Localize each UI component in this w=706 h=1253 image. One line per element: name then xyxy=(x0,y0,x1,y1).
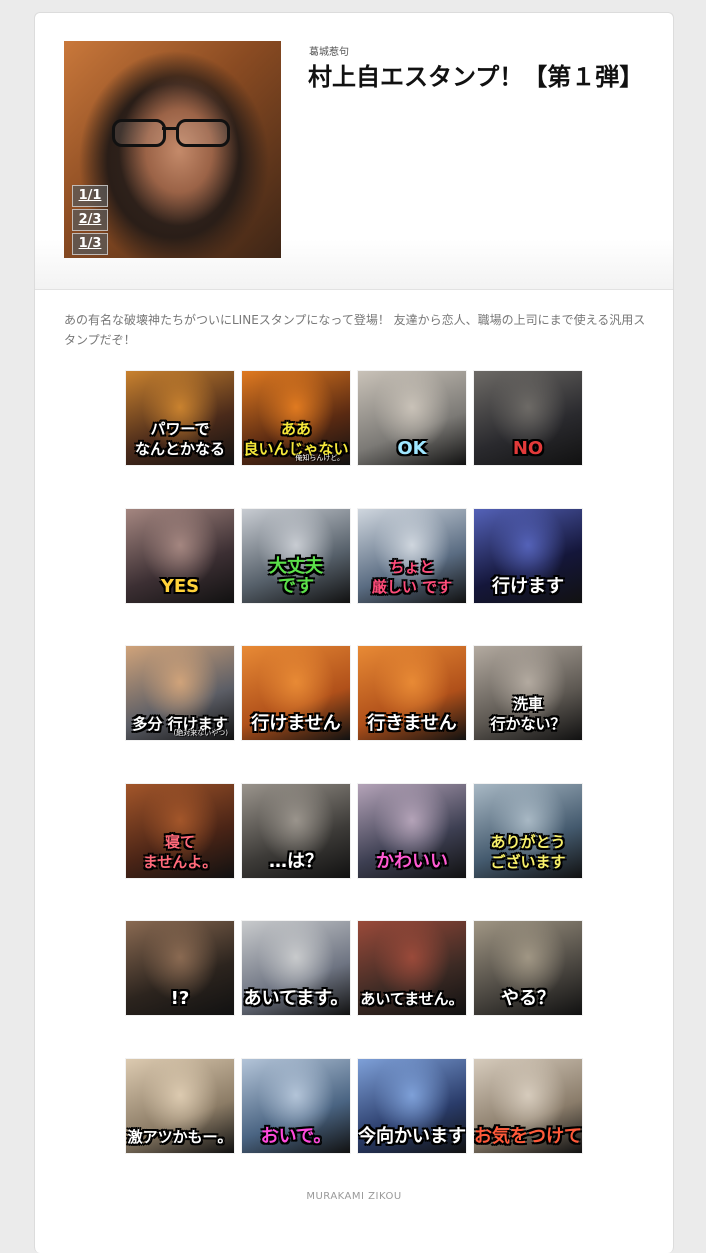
sticker-item[interactable]: OK xyxy=(358,371,466,465)
sticker-description: あの有名な破壊神たちがついにLINEスタンプになって登場！ 友達から恋人、職場の… xyxy=(64,313,646,347)
glasses-illustration xyxy=(112,119,232,147)
sticker-item[interactable]: 大丈夫 です xyxy=(242,508,350,603)
sticker-item[interactable]: 行きません xyxy=(358,646,466,741)
sticker-caption: 行けます xyxy=(492,575,564,597)
sticker-header: 1/1 2/3 1/3 葛城惹句 村上自エスタンプ！【第１弾】 xyxy=(35,13,673,289)
sticker-caption: お気をつけて xyxy=(474,1126,582,1147)
sticker-caption: !? xyxy=(170,988,190,1010)
sticker-caption: NO xyxy=(512,438,544,459)
sticker-caption: 大丈夫 です xyxy=(269,555,323,597)
main-sticker-image[interactable]: 1/1 2/3 1/3 xyxy=(64,41,281,258)
sticker-caption: 今向かいます xyxy=(358,1126,466,1147)
page-badge[interactable]: 1/3 xyxy=(72,233,108,255)
sticker-caption: 激アツかもー。 xyxy=(127,1128,233,1146)
sticker-item[interactable]: パワーで なんとかなる xyxy=(126,371,234,465)
sticker-item[interactable]: 行けません xyxy=(242,646,350,741)
sticker-item[interactable]: お気をつけて xyxy=(474,1059,582,1153)
sticker-caption: ちょと 厳しい です xyxy=(371,557,453,596)
sticker-item[interactable]: やる？ xyxy=(474,921,582,1016)
sticker-subcaption: (絶対来ないやつ) xyxy=(173,729,228,738)
sticker-caption: やる？ xyxy=(501,988,555,1010)
sticker-caption: ありがとう ございます xyxy=(490,832,566,871)
sticker-item[interactable]: ありがとう ございます xyxy=(474,783,582,878)
sticker-item[interactable]: あいてます。 xyxy=(242,921,350,1016)
copyright-footer: MURAKAMI ZIKOU xyxy=(306,1191,402,1202)
sticker-item[interactable]: 行けます xyxy=(474,508,582,603)
sticker-caption: あいてません。 xyxy=(360,990,464,1009)
sticker-caption: パワーで なんとかなる xyxy=(134,420,225,458)
sticker-caption: YES xyxy=(160,575,200,597)
sticker-item[interactable]: かわいい xyxy=(358,783,466,878)
sticker-detail-card: 1/1 2/3 1/3 葛城惹句 村上自エスタンプ！【第１弾】 あの有名な破壊神… xyxy=(34,12,674,1253)
sticker-item[interactable]: YES xyxy=(126,508,234,603)
sticker-item[interactable]: 洗車 行かない？ xyxy=(474,646,582,741)
sticker-caption: 寝て ませんよ。 xyxy=(142,832,218,871)
sticker-item[interactable]: ああ 良いんじゃない 俺知らんけど。 xyxy=(242,371,350,465)
sticker-caption: 行きません xyxy=(367,713,457,735)
sticker-item[interactable]: NO xyxy=(474,371,582,465)
page-badges: 1/1 2/3 1/3 xyxy=(72,185,110,257)
sticker-item[interactable]: 激アツかもー。 xyxy=(126,1059,234,1153)
sticker-caption: おいで。 xyxy=(260,1126,332,1147)
sticker-caption: 洗車 行かない？ xyxy=(490,695,566,734)
page-badge[interactable]: 2/3 xyxy=(72,209,108,231)
sticker-item[interactable]: ちょと 厳しい です xyxy=(358,508,466,603)
author-link[interactable]: 葛城惹句 xyxy=(309,43,349,58)
sticker-item[interactable]: 多分 行けます (絶対来ないやつ) xyxy=(126,646,234,741)
sticker-item[interactable]: おいで。 xyxy=(242,1059,350,1153)
sticker-item[interactable]: 寝て ませんよ。 xyxy=(126,783,234,878)
sticker-item[interactable]: …は？ xyxy=(242,783,350,878)
page-badge[interactable]: 1/1 xyxy=(72,185,108,207)
page-title: 村上自エスタンプ！【第１弾】 xyxy=(308,63,644,91)
sticker-caption: かわいい xyxy=(376,850,448,872)
sticker-caption: OK xyxy=(397,438,427,459)
sticker-item[interactable]: !? xyxy=(126,921,234,1016)
sticker-caption: …は？ xyxy=(269,850,323,872)
sticker-item[interactable]: 今向かいます xyxy=(358,1059,466,1153)
header-divider xyxy=(35,289,673,290)
sticker-item[interactable]: あいてません。 xyxy=(358,921,466,1016)
sticker-caption: 行けません xyxy=(251,713,341,735)
sticker-caption: あいてます。 xyxy=(243,988,349,1010)
sticker-subcaption: 俺知らんけど。 xyxy=(295,454,344,462)
